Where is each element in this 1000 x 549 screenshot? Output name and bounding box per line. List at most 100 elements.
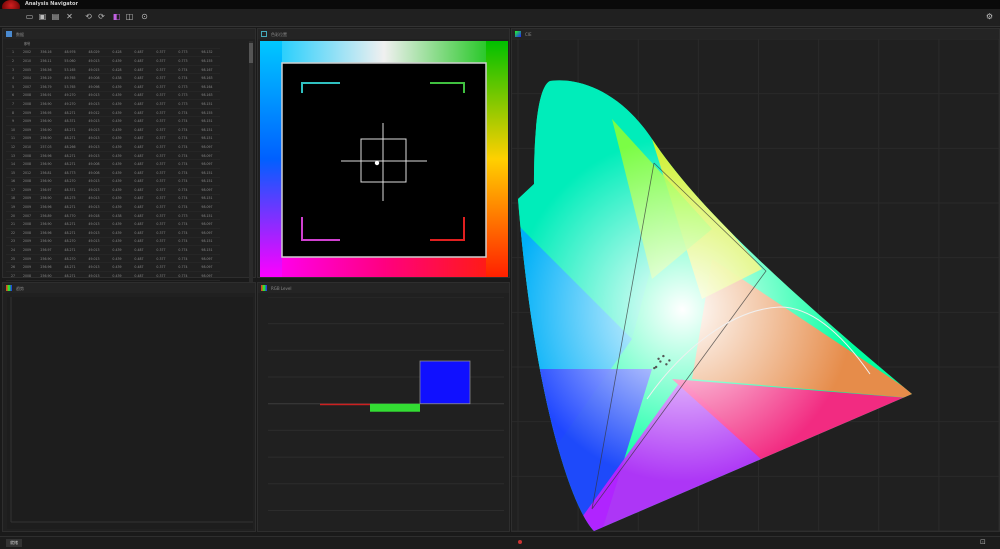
table-cell: 256.90	[34, 254, 58, 264]
cie-point	[668, 359, 671, 362]
cie-point	[662, 354, 665, 358]
vertical-scrollbar[interactable]	[249, 41, 253, 296]
table-cell: 9	[6, 116, 20, 126]
table-header-cell[interactable]: 序号	[20, 40, 34, 49]
save-icon[interactable]: ▣	[38, 12, 47, 21]
scroll-thumb[interactable]	[249, 43, 253, 63]
table-cell: 0.773	[172, 48, 194, 58]
table-cell: 0.377	[150, 177, 172, 187]
table-cell: 0.377	[150, 185, 172, 195]
sync-icon[interactable]: ⟳	[97, 12, 106, 21]
table-row[interactable]: 5 2007 256.79 53.765 49.098 0.439 0.487 0.377 0.…	[6, 82, 220, 92]
table-cell: 98.151	[194, 211, 220, 221]
table-cell: 48.371	[58, 116, 82, 126]
table-cell: 2	[6, 56, 20, 66]
table-cell: 0.438	[106, 73, 128, 83]
target-area	[281, 62, 487, 258]
resize-grip-icon[interactable]: ⊡	[980, 538, 986, 546]
table-row[interactable]: 19 2009 256.96 48.271 49.013 0.439 0.487 0.377 0…	[6, 202, 220, 212]
table-row[interactable]: 4 2004 256.19 49.765 49.008 0.438 0.487 0.377 0.…	[6, 73, 220, 83]
measurement-point	[374, 160, 380, 166]
table-row[interactable]: 7 2008 256.90 49.270 49.013 0.439 0.487 0.377 0.…	[6, 99, 220, 109]
table-cell: 0.377	[150, 159, 172, 169]
color-chart-icon[interactable]: ◧	[112, 12, 121, 21]
table-row[interactable]: 12 2010 257.03 48.266 49.013 0.439 0.487 0.377 0…	[6, 142, 220, 152]
table-header-cell[interactable]	[150, 40, 172, 49]
table-row[interactable]: 3 2005 256.56 53.165 49.015 0.428 0.487 0.377 0.…	[6, 65, 220, 75]
refresh-icon[interactable]: ⟲	[84, 12, 93, 21]
table-row[interactable]: 8 2009 256.95 48.271 49.012 0.439 0.487 0.377 0.…	[6, 108, 220, 118]
table-header-cell[interactable]	[58, 40, 82, 49]
rgb-bar-g	[370, 403, 420, 412]
help-icon[interactable]: ⊙	[140, 12, 149, 21]
table-cell: 4	[6, 73, 20, 83]
table-row[interactable]: 1 2002 356.16 48.976 48.029 0.428 0.487 0.377 0.…	[6, 48, 220, 58]
table-cell: 256.90	[34, 177, 58, 187]
table-cell: 8	[6, 108, 20, 118]
table-cell: 48.770	[58, 211, 82, 221]
table-row[interactable]: 14 2008 256.90 48.271 49.008 0.439 0.487 0.377 0…	[6, 159, 220, 169]
table-cell: 98.151	[194, 237, 220, 247]
table-cell: 0.377	[150, 108, 172, 118]
open-icon[interactable]: ▭	[25, 12, 34, 21]
table-header-cell[interactable]	[34, 40, 58, 49]
table-header-cell[interactable]	[106, 40, 128, 49]
table-row[interactable]: 25 2009 256.90 48.270 49.013 0.439 0.487 0.377 0…	[6, 254, 220, 264]
table-cell: 0.439	[106, 202, 128, 212]
gear-icon[interactable]: ⚙	[985, 12, 994, 21]
table-row[interactable]: 10 2009 256.90 48.271 49.013 0.439 0.487 0.377 0…	[6, 125, 220, 135]
table-row[interactable]: 11 2009 256.90 48.271 49.013 0.439 0.487 0.377 0…	[6, 134, 220, 144]
table-header-cell[interactable]	[172, 40, 194, 49]
gradient-frame-right	[486, 41, 508, 277]
table-row[interactable]: 16 2008 256.90 48.270 49.013 0.439 0.487 0.377 0…	[6, 177, 220, 187]
table-cell: 12	[6, 142, 20, 152]
table-header-cell[interactable]	[82, 40, 106, 49]
table-cell: 256.91	[34, 91, 58, 101]
table-cell: 0.439	[106, 262, 128, 273]
table-header-cell[interactable]	[194, 40, 220, 49]
table-cell: 48.270	[58, 177, 82, 187]
table-cell: 98.097	[194, 262, 220, 273]
table-cell: 48.271	[58, 245, 82, 255]
table-row[interactable]: 13 2008 256.96 48.271 49.013 0.439 0.487 0.377 0…	[6, 151, 220, 161]
table-cell: 5	[6, 82, 20, 92]
measure-icon[interactable]: ◫	[125, 12, 134, 21]
status-label: 就绪	[6, 539, 22, 547]
table-row[interactable]: 23 2009 256.90 48.270 49.013 0.439 0.487 0.377 0…	[6, 237, 220, 247]
table-row[interactable]: 18 2009 256.90 48.275 49.013 0.439 0.487 0.377 0…	[6, 194, 220, 204]
table-row[interactable]: 6 2008 256.91 49.270 49.013 0.439 0.487 0.377 0.…	[6, 91, 220, 101]
table-cell: 0.439	[106, 177, 128, 187]
table-row[interactable]: 9 2009 256.90 48.371 49.013 0.439 0.487 0.377 0.…	[6, 116, 220, 126]
table-cell: 98.097	[194, 202, 220, 212]
table-cell: 22	[6, 228, 20, 238]
save-as-icon[interactable]: ▤	[51, 12, 60, 21]
table-row[interactable]: 27 2008 256.90 48.271 49.013 0.439 0.487 0.377 0…	[6, 271, 220, 281]
table-cell: 2010	[20, 142, 34, 152]
table-cell: 49.013	[82, 185, 106, 195]
table-row[interactable]: 2 2010 256.11 55.060 49.013 0.439 0.487 0.377 0.…	[6, 56, 220, 66]
table-header-cell[interactable]	[6, 40, 20, 49]
table-cell: 49.098	[82, 82, 106, 92]
table-cell: 0.439	[106, 134, 128, 144]
table-cell: 98.151	[194, 134, 220, 144]
table-row[interactable]: 22 2008 256.96 48.271 49.013 0.439 0.487 0.377 0…	[6, 228, 220, 238]
table-cell: 2009	[20, 125, 34, 135]
table-cell: 0.377	[150, 271, 172, 281]
table-row[interactable]: 24 2009 256.97 48.271 49.013 0.439 0.487 0.377 0…	[6, 245, 220, 255]
table-header-cell[interactable]	[128, 40, 150, 49]
table-cell: 256.90	[34, 99, 58, 109]
table-row[interactable]: 20 2007 256.89 48.770 49.018 0.438 0.487 0.377 0…	[6, 211, 220, 221]
rgb-panel-header: RGB Level	[258, 283, 509, 293]
table-row[interactable]: 15 2012 256.81 48.773 49.008 0.439 0.487 0.377 0…	[6, 168, 220, 178]
table-row[interactable]: 26 2009 256.96 48.271 49.013 0.439 0.487 0.377 0…	[6, 262, 220, 273]
close-x-icon[interactable]: ✕	[65, 12, 74, 21]
rgb-bar-b	[419, 360, 471, 405]
table-cell: 2008	[20, 219, 34, 230]
table-cell: 48.270	[58, 237, 82, 247]
table-row[interactable]: 17 2009 256.97 48.371 49.013 0.439 0.487 0.377 0…	[6, 185, 220, 195]
table-cell: 98.097	[194, 159, 220, 169]
table-row[interactable]: 21 2008 256.90 48.271 49.013 0.439 0.487 0.377 0…	[6, 219, 220, 230]
table-cell: 256.90	[34, 116, 58, 126]
table-cell: 256.97	[34, 185, 58, 195]
target-panel-title: 色彩位置	[271, 32, 287, 37]
